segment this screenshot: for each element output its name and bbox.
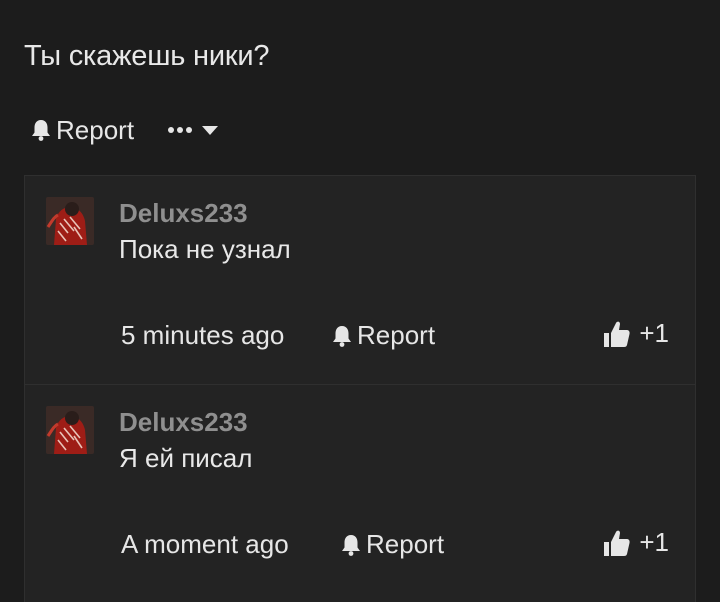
bell-icon (32, 120, 50, 141)
comment-report-label: Report (357, 320, 436, 350)
user-avatar[interactable] (46, 406, 94, 454)
comment-report-label: Report (366, 529, 445, 559)
comment-username[interactable]: Deluxs233 (119, 407, 248, 438)
like-button[interactable]: +1 (603, 318, 669, 349)
chevron-down-icon (202, 125, 219, 135)
comment-text: Я ей писал (119, 443, 253, 473)
comment-item: Deluxs233 Я ей писал A moment ago Report… (25, 384, 695, 592)
page: Ты скажешь ники? Report Deluxs233 Пока н… (0, 0, 720, 602)
comments-list: Deluxs233 Пока не узнал 5 minutes ago Re… (24, 175, 696, 602)
more-options-menu[interactable] (168, 125, 219, 135)
like-count: +1 (639, 527, 669, 557)
post-report-label: Report (56, 114, 135, 145)
like-button[interactable]: +1 (603, 527, 669, 558)
comment-report-link[interactable]: Report (331, 320, 435, 351)
comment-timestamp: 5 minutes ago (121, 320, 285, 350)
more-dots-icon (168, 127, 193, 133)
post-actions: Report (30, 112, 219, 148)
bell-icon (342, 534, 360, 556)
like-count: +1 (639, 318, 669, 348)
comment-item: Deluxs233 Пока не узнал 5 minutes ago Re… (25, 176, 695, 384)
comment-text: Пока не узнал (119, 234, 291, 264)
thumbs-up-icon (604, 321, 630, 347)
comment-timestamp: A moment ago (121, 529, 289, 559)
comment-username[interactable]: Deluxs233 (119, 198, 248, 229)
post-text: Ты скажешь ники? (24, 40, 270, 72)
post-report-link[interactable]: Report (30, 115, 134, 146)
bell-icon (333, 325, 351, 347)
comment-report-link[interactable]: Report (340, 529, 444, 560)
thumbs-up-icon (604, 530, 630, 556)
user-avatar[interactable] (46, 197, 94, 245)
